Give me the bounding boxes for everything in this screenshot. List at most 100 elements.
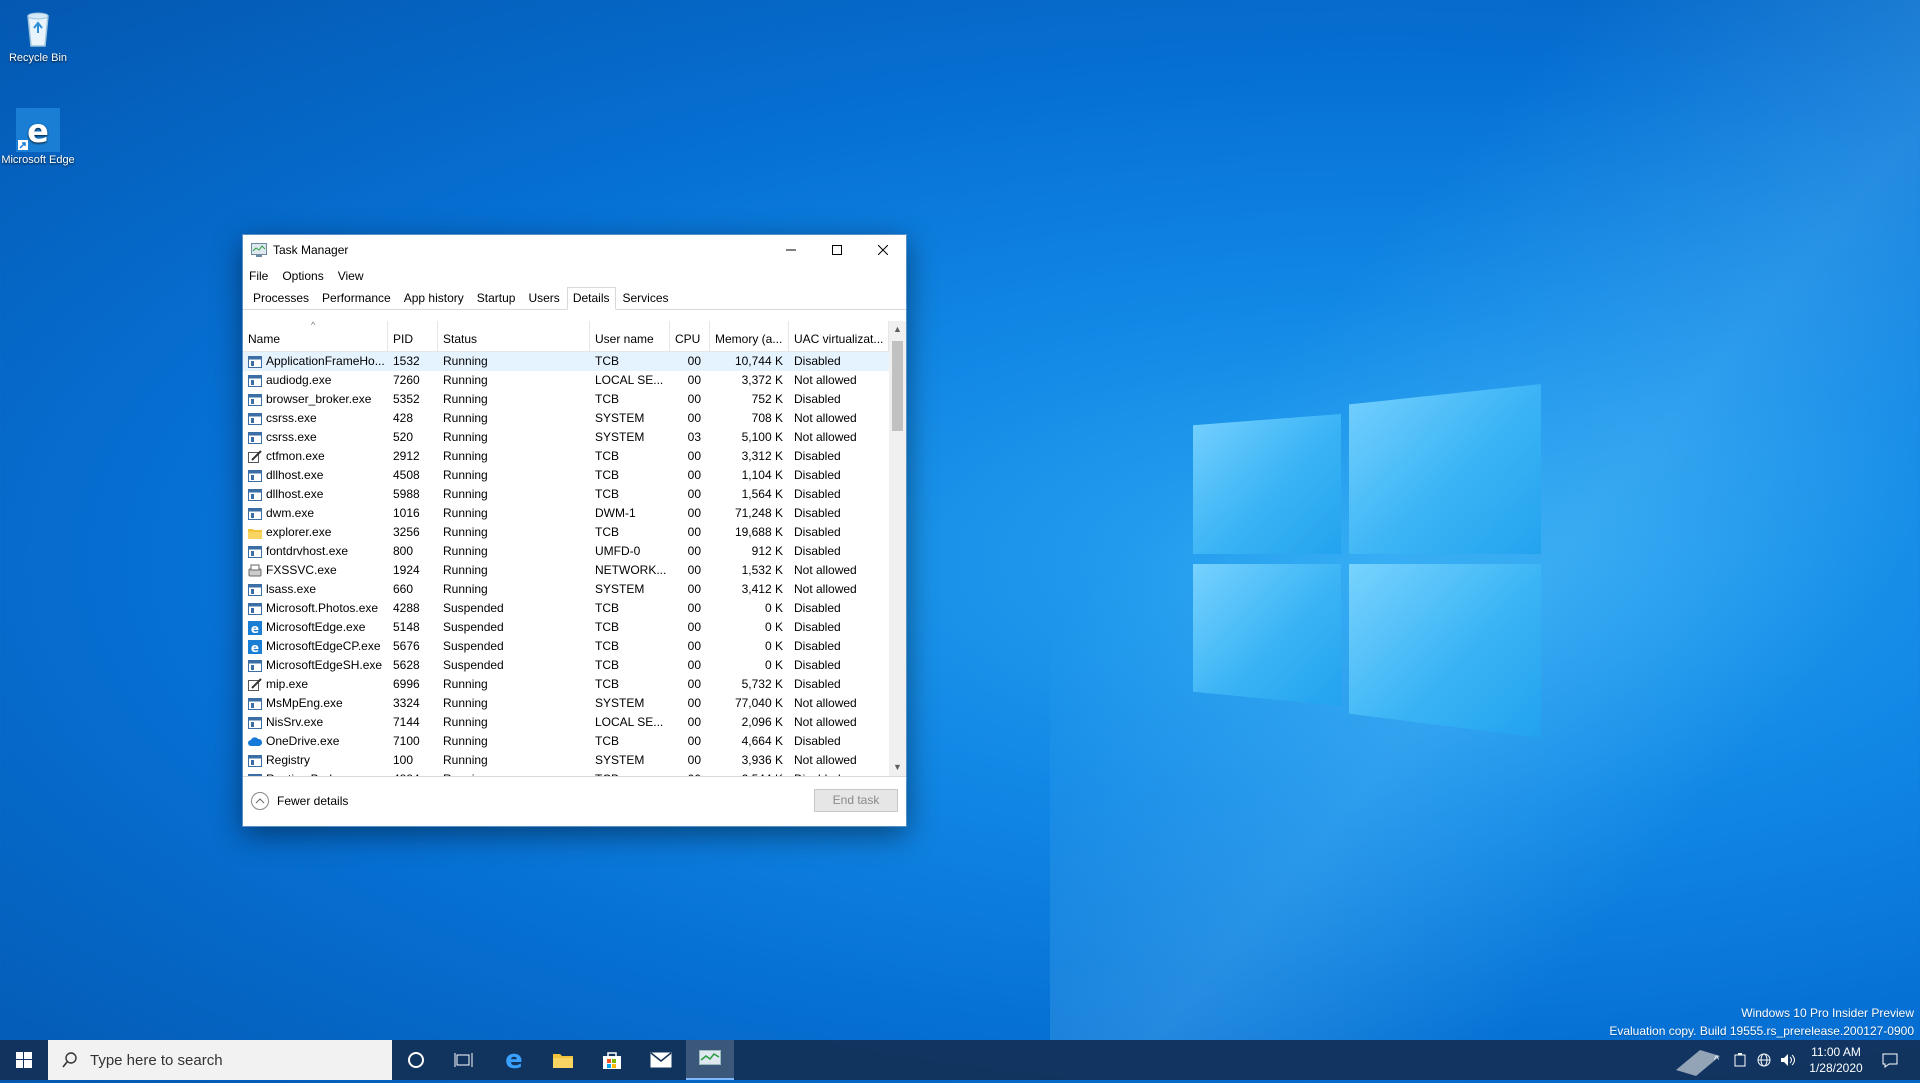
- tray-clock[interactable]: 11:00 AM 1/28/2020: [1804, 1040, 1868, 1080]
- taskbar-search-box[interactable]: Type here to search: [48, 1040, 392, 1080]
- tab-strip: Processes Performance App history Startu…: [243, 287, 906, 310]
- process-cpu: 00: [687, 449, 701, 463]
- table-row[interactable]: NisSrv.exe 7144 Running LOCAL SE... 00 2,096 …: [243, 713, 889, 732]
- cortana-button[interactable]: [392, 1040, 440, 1080]
- process-uac: Disabled: [794, 354, 841, 368]
- menu-view[interactable]: View: [338, 269, 364, 283]
- close-button[interactable]: [860, 235, 906, 265]
- tray-battery-button[interactable]: [1734, 1040, 1754, 1080]
- fewer-details-button[interactable]: Fewer details: [251, 792, 348, 810]
- process-pid: 800: [393, 544, 414, 558]
- process-name: dwm.exe: [266, 506, 315, 520]
- table-row[interactable]: MsMpEng.exe 3324 Running SYSTEM 00 77,040 K No…: [243, 694, 889, 713]
- minimize-button[interactable]: [768, 235, 814, 265]
- process-name: lsass.exe: [266, 582, 317, 596]
- table-row[interactable]: dllhost.exe 5988 Running TCB 00 1,564 K Disabl…: [243, 485, 889, 504]
- svg-text:e: e: [27, 112, 49, 150]
- process-user: TCB: [595, 525, 619, 539]
- pen-icon: [248, 677, 262, 692]
- process-pid: 7260: [393, 373, 420, 387]
- process-user: SYSTEM: [595, 430, 645, 444]
- menu-file[interactable]: File: [249, 269, 268, 283]
- table-row[interactable]: lsass.exe 660 Running SYSTEM 00 3,412 K Not al…: [243, 580, 889, 599]
- process-name: explorer.exe: [266, 525, 332, 539]
- task-manager-window[interactable]: Task Manager File Options View Processes…: [242, 234, 907, 827]
- process-memory: 912 K: [751, 544, 783, 558]
- taskbar-file-explorer-button[interactable]: [539, 1040, 587, 1080]
- scroll-down-icon[interactable]: ▼: [889, 759, 906, 776]
- scrollbar-thumb[interactable]: [892, 341, 903, 431]
- taskbar-task-manager-button[interactable]: [686, 1040, 734, 1080]
- desktop-icon-edge[interactable]: e Microsoft Edge: [1, 108, 75, 166]
- end-task-button[interactable]: End task: [814, 789, 898, 812]
- tab-services[interactable]: Services: [617, 287, 675, 309]
- process-user: LOCAL SE...: [595, 373, 664, 387]
- process-name-cell: MsMpEng.exe: [243, 694, 388, 713]
- table-row[interactable]: ctfmon.exe 2912 Running TCB 00 3,312 K Disable…: [243, 447, 889, 466]
- process-name: audiodg.exe: [266, 373, 332, 387]
- process-memory: 1,532 K: [741, 563, 783, 577]
- vertical-scrollbar[interactable]: ▲ ▼: [889, 321, 906, 776]
- start-button[interactable]: [0, 1040, 48, 1080]
- edge-icon: e: [248, 620, 262, 636]
- table-row[interactable]: browser_broker.exe 5352 Running TCB 00 752 K D…: [243, 390, 889, 409]
- edge-icon: e: [16, 108, 60, 152]
- process-uac: Disabled: [794, 620, 841, 634]
- show-hidden-icons-button[interactable]: ^: [1714, 1040, 1732, 1080]
- scroll-up-icon[interactable]: ▲: [889, 321, 906, 338]
- taskbar-edge-button[interactable]: e: [490, 1040, 538, 1080]
- process-user: UMFD-0: [595, 544, 641, 558]
- table-row[interactable]: ApplicationFrameHo... 1532 Running TCB 00 10,…: [243, 352, 889, 371]
- menu-options[interactable]: Options: [282, 269, 323, 283]
- table-row[interactable]: mip.exe 6996 Running TCB 00 5,732 K Disabled: [243, 675, 889, 694]
- tab-app-history[interactable]: App history: [398, 287, 470, 309]
- process-uac: Not allowed: [794, 430, 857, 444]
- process-name: ApplicationFrameHo...: [266, 354, 385, 368]
- table-row[interactable]: MicrosoftEdgeSH.exe 5628 Suspended TCB 00 0 K…: [243, 656, 889, 675]
- desktop-icon-recycle-bin[interactable]: Recycle Bin: [1, 6, 75, 64]
- column-header-name[interactable]: ^ Name: [243, 321, 388, 351]
- table-row[interactable]: csrss.exe 428 Running SYSTEM 00 708 K Not allo…: [243, 409, 889, 428]
- task-view-button[interactable]: [440, 1040, 488, 1080]
- table-row[interactable]: FXSSVC.exe 1924 Running NETWORK... 00 1,532 K…: [243, 561, 889, 580]
- column-header-cpu[interactable]: CPU: [670, 321, 710, 351]
- column-header-pid[interactable]: PID: [388, 321, 438, 351]
- column-header-memory[interactable]: Memory (a...: [710, 321, 789, 351]
- column-header-status[interactable]: Status: [438, 321, 590, 351]
- table-row[interactable]: e MicrosoftEdge.exe 5148 Suspended TCB 00 0 K D…: [243, 618, 889, 637]
- table-row[interactable]: dllhost.exe 4508 Running TCB 00 1,104 K Disabl…: [243, 466, 889, 485]
- taskbar-store-button[interactable]: [588, 1040, 636, 1080]
- desktop-icon-label: Recycle Bin: [8, 52, 68, 64]
- tab-performance[interactable]: Performance: [316, 287, 397, 309]
- table-row[interactable]: Registry 100 Running SYSTEM 00 3,936 K Not all…: [243, 751, 889, 770]
- tray-network-button[interactable]: [1756, 1040, 1778, 1080]
- table-row[interactable]: csrss.exe 520 Running SYSTEM 03 5,100 K Not al…: [243, 428, 889, 447]
- speaker-icon: [1781, 1054, 1795, 1066]
- table-row[interactable]: dwm.exe 1016 Running DWM-1 00 71,248 K Disable…: [243, 504, 889, 523]
- svg-text:e: e: [251, 641, 259, 654]
- table-row[interactable]: e MicrosoftEdgeCP.exe 5676 Suspended TCB 00 0 …: [243, 637, 889, 656]
- process-memory: 71,248 K: [734, 506, 783, 520]
- process-uac: Not allowed: [794, 582, 857, 596]
- column-header-uac[interactable]: UAC virtualizat...: [789, 321, 889, 351]
- process-pid: 520: [393, 430, 414, 444]
- process-name-cell: fontdrvhost.exe: [243, 542, 388, 561]
- process-user: SYSTEM: [595, 753, 645, 767]
- title-bar[interactable]: Task Manager: [243, 235, 906, 265]
- tab-details[interactable]: Details: [566, 287, 616, 310]
- action-center-button[interactable]: [1872, 1040, 1908, 1080]
- table-row[interactable]: Microsoft.Photos.exe 4288 Suspended TCB 00 0 …: [243, 599, 889, 618]
- tab-processes[interactable]: Processes: [247, 287, 315, 309]
- column-header-user-name[interactable]: User name: [590, 321, 670, 351]
- tray-volume-button[interactable]: [1780, 1040, 1802, 1080]
- maximize-button[interactable]: [814, 235, 860, 265]
- process-cpu: 00: [687, 525, 701, 539]
- tab-users[interactable]: Users: [522, 287, 565, 309]
- tab-startup[interactable]: Startup: [471, 287, 522, 309]
- table-row[interactable]: audiodg.exe 7260 Running LOCAL SE... 00 3,372…: [243, 371, 889, 390]
- table-row[interactable]: explorer.exe 3256 Running TCB 00 19,688 K Disa…: [243, 523, 889, 542]
- process-name-cell: Registry: [243, 751, 388, 770]
- table-row[interactable]: OneDrive.exe 7100 Running TCB 00 4,664 K Disab…: [243, 732, 889, 751]
- taskbar-mail-button[interactable]: [637, 1040, 685, 1080]
- table-row[interactable]: fontdrvhost.exe 800 Running UMFD-0 00 912 K Di…: [243, 542, 889, 561]
